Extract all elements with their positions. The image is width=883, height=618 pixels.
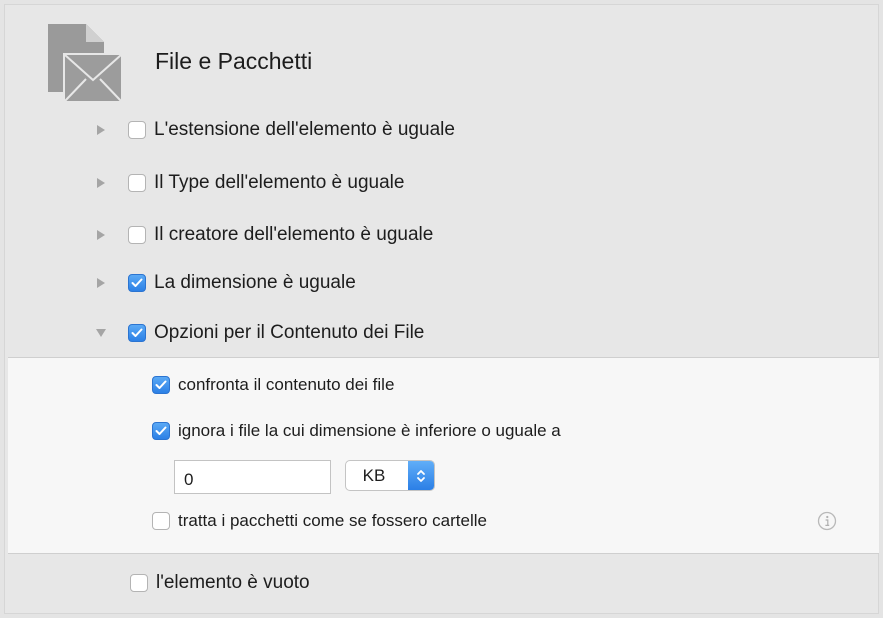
section-title: File e Pacchetti: [155, 48, 313, 74]
info-icon[interactable]: [817, 511, 837, 531]
rule-label: Il creatore dell'elemento è uguale: [154, 224, 434, 245]
option-label: ignora i file la cui dimensione è inferi…: [178, 421, 561, 440]
rule-label: Il Type dell'elemento è uguale: [154, 172, 405, 193]
rule-label: L'estensione dell'elemento è uguale: [154, 119, 455, 140]
checkmark-icon: [131, 278, 143, 287]
content-options-checkbox[interactable]: [128, 324, 146, 342]
extension-checkbox[interactable]: [128, 121, 146, 139]
rule-row-empty: l'elemento è vuoto: [130, 570, 310, 596]
disclosure-right-icon[interactable]: [94, 276, 108, 290]
compare-contents-checkbox[interactable]: [152, 376, 170, 394]
file-mail-icon: [48, 24, 123, 103]
checkmark-icon: [155, 426, 167, 435]
unit-value: KB: [362, 465, 386, 485]
size-checkbox[interactable]: [128, 274, 146, 292]
rule-row-size: La dimensione è uguale: [94, 270, 356, 296]
rule-label: l'elemento è vuoto: [156, 572, 310, 593]
option-row-compare: confronta il contenuto dei file: [152, 372, 394, 398]
creator-checkbox[interactable]: [128, 226, 146, 244]
treat-packages-checkbox[interactable]: [152, 512, 170, 530]
rule-label: La dimensione è uguale: [154, 272, 356, 293]
rule-row-type: Il Type dell'elemento è uguale: [94, 170, 404, 196]
rule-row-creator: Il creatore dell'elemento è uguale: [94, 222, 433, 248]
disclosure-right-icon[interactable]: [94, 176, 108, 190]
checkmark-icon: [155, 380, 167, 389]
checkmark-icon: [131, 328, 143, 337]
type-checkbox[interactable]: [128, 174, 146, 192]
rule-row-content-options: Opzioni per il Contenuto dei File: [94, 320, 424, 346]
disclosure-down-icon[interactable]: [94, 326, 108, 340]
ignore-small-checkbox[interactable]: [152, 422, 170, 440]
option-label: tratta i pacchetti come se fossero carte…: [178, 511, 487, 530]
up-down-chevron-icon[interactable]: [408, 461, 434, 490]
empty-item-checkbox[interactable]: [130, 574, 148, 592]
rule-label: Opzioni per il Contenuto dei File: [154, 322, 425, 343]
option-label: confronta il contenuto dei file: [178, 375, 395, 394]
disclosure-right-icon[interactable]: [94, 123, 108, 137]
option-row-packages: tratta i pacchetti come se fossero carte…: [152, 508, 487, 534]
size-threshold-input[interactable]: [174, 460, 331, 494]
rule-row-extension: L'estensione dell'elemento è uguale: [94, 117, 455, 143]
disclosure-right-icon[interactable]: [94, 228, 108, 242]
option-row-ignore-small: ignora i file la cui dimensione è inferi…: [152, 418, 561, 444]
size-unit-select[interactable]: KB: [345, 460, 435, 491]
